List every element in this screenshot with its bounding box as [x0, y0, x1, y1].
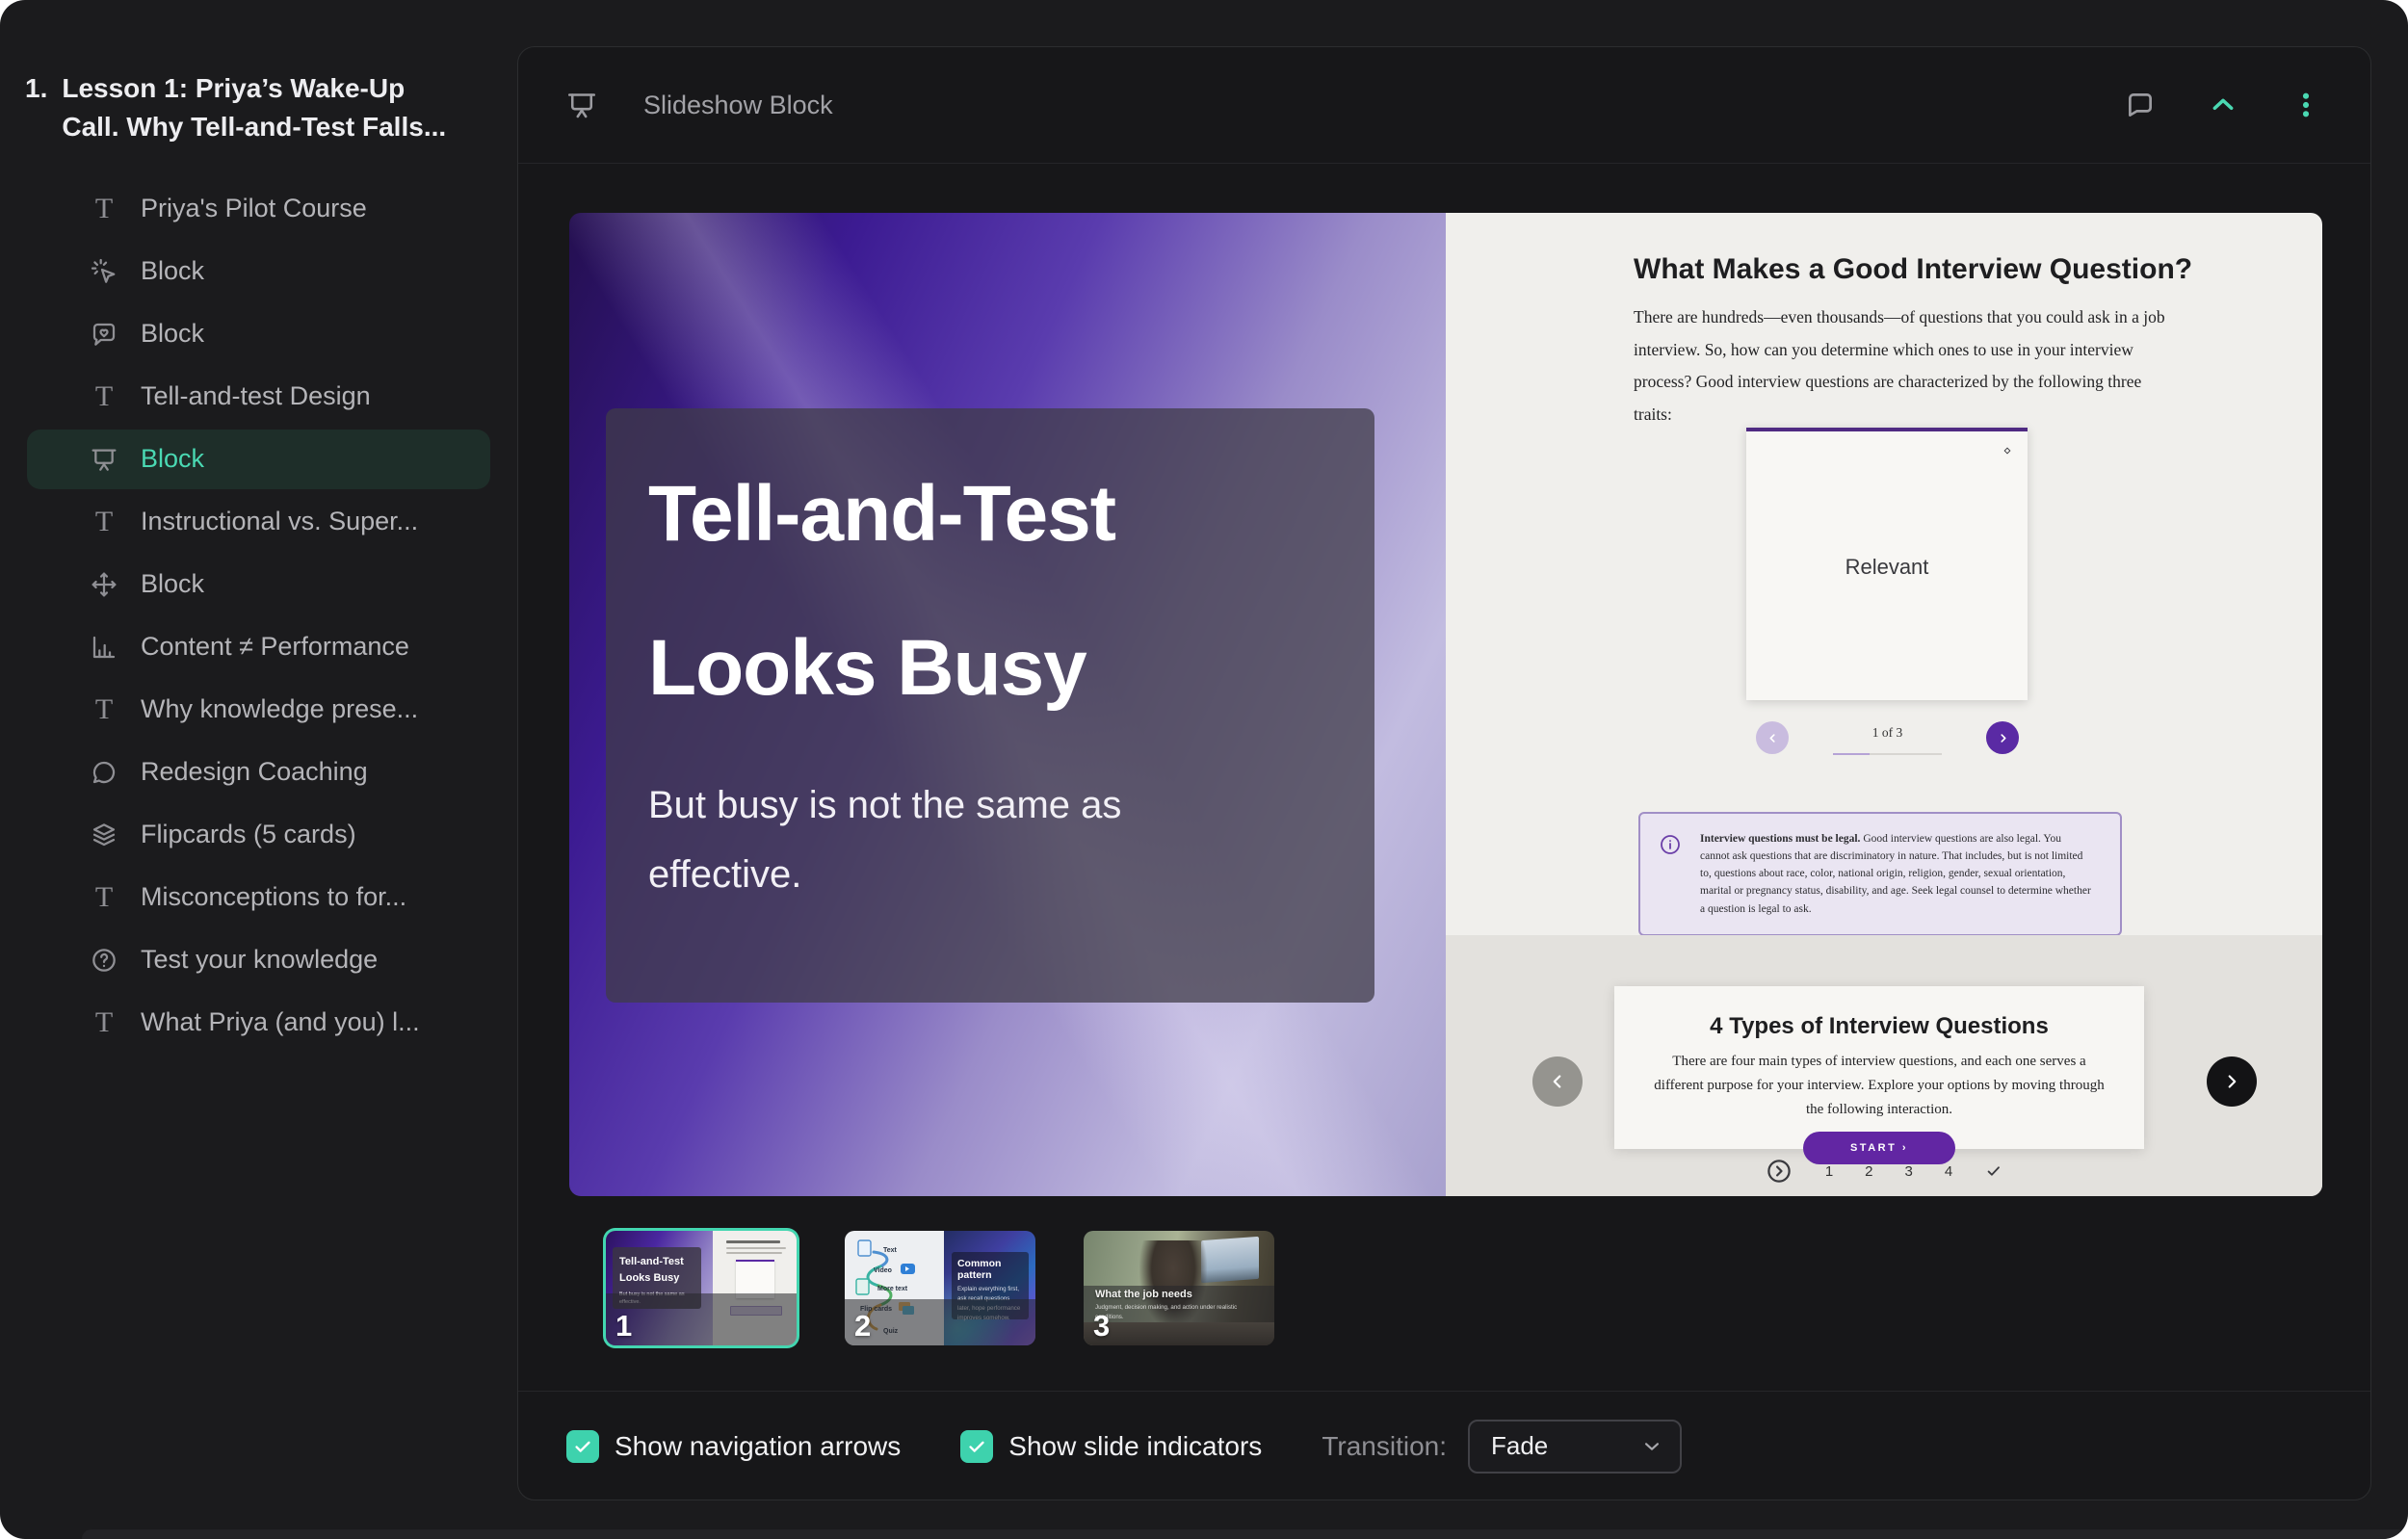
block-title: Slideshow Block	[643, 91, 833, 120]
show-navigation-arrows-label: Show navigation arrows	[615, 1431, 901, 1462]
kebab-menu-icon[interactable]	[2288, 87, 2324, 123]
info-icon	[1640, 830, 1700, 918]
move-icon	[89, 569, 119, 600]
slide-right-half: What Makes a Good Interview Question? Th…	[1446, 213, 2322, 1196]
slideshow-icon	[564, 88, 599, 122]
flashcard-next-button	[1986, 721, 2019, 754]
chat-icon	[89, 757, 119, 788]
magic-cursor-icon	[89, 256, 119, 287]
lesson-step-indicators: 1 2 3 4	[1446, 1157, 2322, 1186]
chevron-down-icon	[1639, 1434, 1664, 1459]
slide-prev-arrow[interactable]	[1532, 1056, 1583, 1107]
text-icon: T	[89, 507, 119, 537]
sidebar-item-block-slideshow-selected[interactable]: Block	[27, 430, 490, 489]
thumbnail-slide-2[interactable]: Text Video More text Flip cards Quiz Com…	[845, 1231, 1035, 1345]
sidebar-item-priyas-pilot-course[interactable]: T Priya's Pilot Course	[27, 179, 490, 239]
transition-select[interactable]: Fade	[1468, 1420, 1682, 1474]
sidebar-item-tell-and-test-design[interactable]: T Tell-and-test Design	[27, 367, 490, 427]
thumbnail-number: 1	[615, 1309, 632, 1343]
lesson-intro: There are hundreds—even thousands—of que…	[1634, 301, 2165, 430]
text-icon: T	[89, 1007, 119, 1038]
slide-left-half: Tell-and-Test Looks Busy But busy is not…	[569, 213, 1446, 1196]
app-window: 1. Lesson 1: Priya’s Wake-Up Call. Why T…	[0, 0, 2408, 1539]
sidebar-item-instructional-vs-super[interactable]: T Instructional vs. Super...	[27, 492, 490, 552]
slide-text-overlay: Tell-and-Test Looks Busy But busy is not…	[606, 408, 1374, 1003]
sidebar-item-flipcards[interactable]: Flipcards (5 cards)	[27, 805, 490, 865]
flashcard: Relevant	[1746, 428, 2028, 700]
collapse-chevron-up-icon[interactable]	[2205, 87, 2241, 123]
help-icon	[89, 945, 119, 976]
lesson-heading: What Makes a Good Interview Question?	[1634, 253, 2192, 286]
sidebar-item-block-move[interactable]: Block	[27, 555, 490, 614]
legal-note-text: Interview questions must be legal. Good …	[1700, 830, 2120, 918]
types-title: 4 Types of Interview Questions	[1614, 1013, 2144, 1040]
next-block-edge	[82, 1529, 2408, 1539]
text-icon: T	[89, 694, 119, 725]
thumbnail-slide-3[interactable]: What the job needs Judgment, decision ma…	[1084, 1231, 1274, 1345]
flashcard-progress	[1833, 753, 1942, 755]
lesson-number: 1.	[25, 69, 47, 146]
types-card: 4 Types of Interview Questions There are…	[1614, 986, 2144, 1149]
lesson-title: Lesson 1: Priya’s Wake-Up Call. Why Tell…	[62, 69, 458, 146]
slide-next-arrow[interactable]	[2207, 1056, 2257, 1107]
svg-text:Text: Text	[883, 1247, 898, 1254]
thumbnail-number: 2	[854, 1309, 871, 1343]
lesson-sidebar: 1. Lesson 1: Priya’s Wake-Up Call. Why T…	[0, 0, 517, 1539]
show-navigation-arrows-checkbox[interactable]	[566, 1430, 599, 1463]
sidebar-item-misconceptions[interactable]: T Misconceptions to for...	[27, 868, 490, 927]
text-icon: T	[89, 194, 119, 224]
circle-arrow-icon	[1765, 1157, 1793, 1186]
sidebar-item-test-your-knowledge[interactable]: Test your knowledge	[27, 930, 490, 990]
show-slide-indicators-label: Show slide indicators	[1008, 1431, 1262, 1462]
show-slide-indicators-checkbox[interactable]	[960, 1430, 993, 1463]
slide-subtitle: But busy is not the same as effective.	[648, 770, 1265, 909]
svg-text:More text: More text	[877, 1286, 908, 1292]
slide-title: Tell-and-Test Looks Busy	[648, 437, 1336, 745]
check-icon	[1984, 1161, 2003, 1181]
slide-preview[interactable]: Tell-and-Test Looks Busy But busy is not…	[569, 213, 2322, 1196]
comment-icon[interactable]	[2122, 87, 2159, 123]
flashcard-prev-button	[1756, 721, 1789, 754]
bar-chart-icon	[89, 632, 119, 663]
sidebar-item-content-performance[interactable]: Content ≠ Performance	[27, 617, 490, 677]
block-list: T Priya's Pilot Course Block Block T Tel…	[0, 179, 517, 1053]
text-icon: T	[89, 882, 119, 913]
slideshow-controls: Show navigation arrows Show slide indica…	[518, 1391, 2370, 1500]
thumbnail-slide-1[interactable]: Tell-and-TestLooks Busy But busy is not …	[606, 1231, 797, 1345]
types-body: There are four main types of interview q…	[1649, 1050, 2109, 1121]
legal-info-note: Interview questions must be legal. Good …	[1638, 812, 2122, 936]
sidebar-item-redesign-coaching[interactable]: Redesign Coaching	[27, 743, 490, 802]
lesson-heading: 1. Lesson 1: Priya’s Wake-Up Call. Why T…	[0, 0, 517, 146]
sidebar-item-what-priya-learned[interactable]: T What Priya (and you) l...	[27, 993, 490, 1053]
flip-card-icon	[2001, 444, 2014, 457]
flashcard-label: Relevant	[1746, 555, 2028, 580]
sidebar-item-why-knowledge[interactable]: T Why knowledge prese...	[27, 680, 490, 740]
block-header: Slideshow Block	[518, 47, 2370, 164]
chat-heart-icon	[89, 319, 119, 350]
slideshow-icon	[89, 444, 119, 475]
svg-text:Video: Video	[874, 1267, 892, 1274]
sidebar-item-block-feedback[interactable]: Block	[27, 304, 490, 364]
thumbnail-number: 3	[1093, 1309, 1110, 1343]
sidebar-item-block-interactive[interactable]: Block	[27, 242, 490, 301]
transition-label: Transition:	[1322, 1431, 1447, 1462]
flashcard-count: 1 of 3	[1833, 725, 1942, 741]
slide-thumbnails: Tell-and-TestLooks Busy But busy is not …	[606, 1231, 1274, 1345]
transition-value: Fade	[1491, 1431, 1548, 1461]
layers-icon	[89, 820, 119, 850]
text-icon: T	[89, 381, 119, 412]
slideshow-block-panel: Slideshow Block	[517, 46, 2371, 1500]
